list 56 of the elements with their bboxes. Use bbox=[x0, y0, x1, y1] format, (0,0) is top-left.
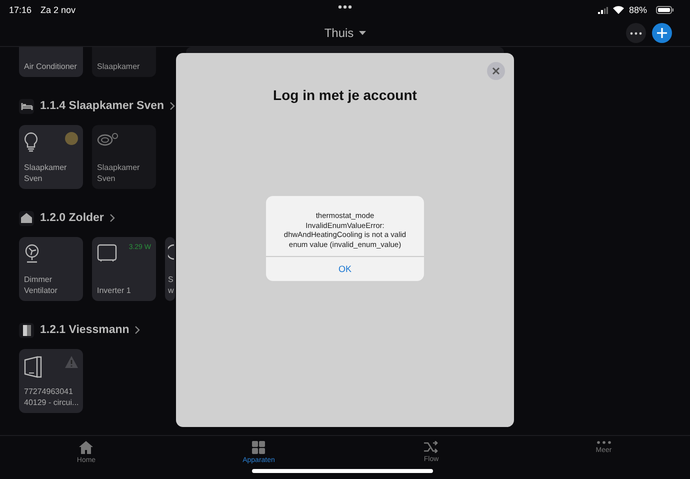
device-tile[interactable]: S w bbox=[165, 237, 175, 301]
device-name: 77274963041 bbox=[24, 386, 74, 397]
battery-percentage: 88% bbox=[628, 5, 647, 15]
bed-icon bbox=[20, 102, 32, 110]
close-icon bbox=[492, 67, 500, 75]
chevron-right-icon bbox=[110, 214, 115, 222]
battery-icon bbox=[656, 6, 674, 14]
home-selector[interactable]: Thuis bbox=[324, 26, 366, 40]
device-name: Slaapkamer bbox=[97, 61, 141, 72]
home-icon bbox=[79, 441, 94, 454]
signal-icon bbox=[598, 6, 608, 14]
device-icon bbox=[168, 244, 174, 260]
door-icon bbox=[22, 324, 30, 336]
device-name: S bbox=[168, 274, 174, 285]
more-icon bbox=[630, 32, 642, 34]
boiler-icon bbox=[24, 356, 42, 378]
device-tile[interactable]: 77274963041 40129 - circui... bbox=[19, 349, 83, 413]
more-button[interactable] bbox=[626, 23, 646, 43]
more-icon bbox=[596, 441, 611, 444]
dialog-title: Log in met je account bbox=[272, 87, 418, 103]
multitasking-dots-icon[interactable] bbox=[338, 5, 352, 9]
zone-title[interactable]: 1.2.0 Zolder bbox=[40, 212, 104, 224]
ok-button[interactable]: OK bbox=[266, 256, 424, 281]
device-name: Slaapkamer bbox=[24, 162, 68, 173]
device-tile[interactable]: Dimmer Ventilator bbox=[19, 237, 83, 301]
chevron-right-icon bbox=[170, 102, 176, 110]
plus-icon bbox=[657, 28, 667, 38]
shuffle-icon bbox=[424, 441, 438, 453]
device-name: Sven bbox=[97, 173, 116, 184]
device-name: Dimmer bbox=[24, 274, 53, 285]
device-name: w bbox=[168, 285, 175, 296]
device-tile[interactable]: Air Conditioner bbox=[19, 47, 83, 77]
light-bulb-icon bbox=[24, 132, 38, 152]
wifi-icon bbox=[612, 6, 624, 14]
chevron-right-icon bbox=[135, 326, 140, 334]
appliance-icon bbox=[97, 132, 119, 146]
grid-icon bbox=[252, 441, 266, 454]
device-tile[interactable]: Slaapkamer Sven bbox=[19, 125, 83, 189]
clock: 17:16 bbox=[9, 5, 32, 15]
fan-icon bbox=[24, 244, 40, 264]
device-name: Sven bbox=[24, 173, 44, 184]
device-name: Slaapkamer bbox=[97, 162, 141, 173]
house-icon bbox=[21, 213, 32, 223]
device-tile[interactable]: Slaapkamer bbox=[92, 47, 156, 77]
device-name: Inverter 1 bbox=[97, 285, 132, 296]
zone-title[interactable]: 1.1.4 Slaapkamer Sven bbox=[40, 100, 164, 112]
caret-icon bbox=[358, 31, 366, 35]
device-name: 40129 - circui... bbox=[24, 397, 78, 408]
zone-title[interactable]: 1.2.1 Viessmann bbox=[40, 324, 130, 336]
device-name: Ventilator bbox=[24, 285, 58, 296]
add-button[interactable] bbox=[652, 23, 672, 43]
inverter-icon bbox=[97, 244, 117, 262]
device-name: Air Conditioner bbox=[24, 61, 78, 72]
close-button[interactable] bbox=[487, 62, 505, 80]
device-tile[interactable]: Slaapkamer Sven bbox=[92, 125, 156, 189]
date: Za 2 nov bbox=[40, 5, 76, 15]
